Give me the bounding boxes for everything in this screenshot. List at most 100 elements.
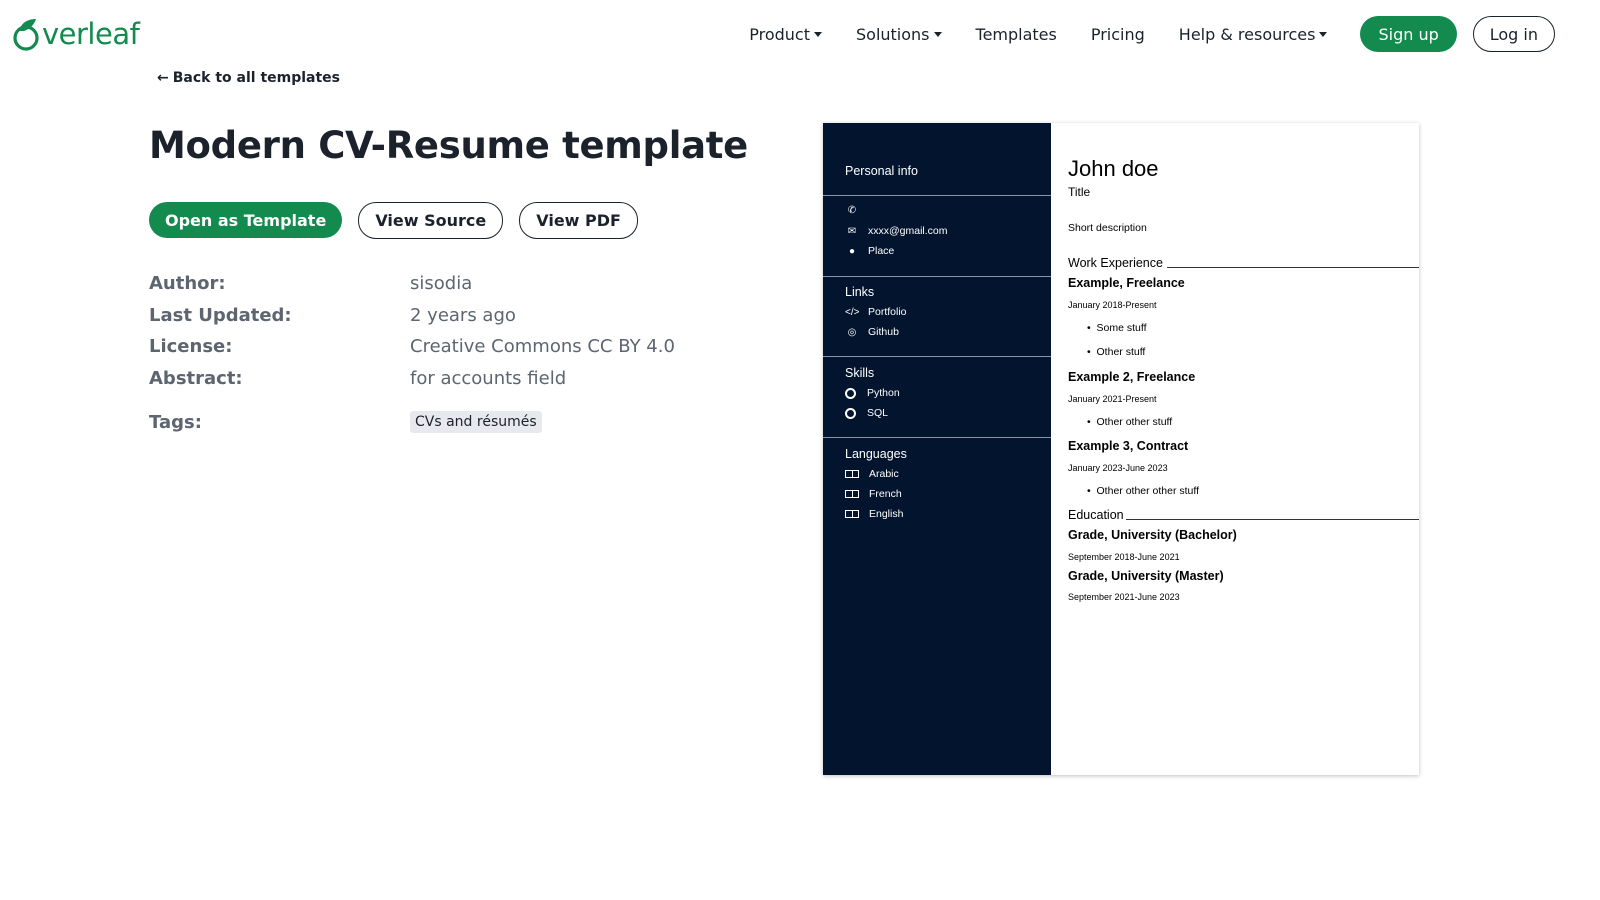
cv-skill1: Python xyxy=(867,387,900,399)
divider xyxy=(823,437,1051,438)
nav-templates-label: Templates xyxy=(975,24,1057,44)
divider xyxy=(823,195,1051,196)
cv-job2-bullet1: • Other other stuff xyxy=(1087,416,1173,428)
updated-label: Last Updated: xyxy=(149,304,292,326)
cv-job1-date: January 2018-Present xyxy=(1068,300,1157,310)
cv-lang2: French xyxy=(869,488,902,500)
tag-badge[interactable]: CVs and résumés xyxy=(410,411,542,433)
cv-lang-french: French xyxy=(845,488,902,500)
cv-email: xxxx@gmail.com xyxy=(868,225,948,237)
cv-skill2: SQL xyxy=(867,407,889,419)
cv-edu1-date: September 2018-June 2021 xyxy=(1068,552,1180,562)
cv-job1-bullet2: • Other stuff xyxy=(1087,346,1146,358)
view-source-button[interactable]: View Source xyxy=(358,202,504,239)
cv-lang3: English xyxy=(869,508,904,520)
chevron-down-icon xyxy=(933,31,942,37)
nav-pricing-label: Pricing xyxy=(1090,24,1145,44)
cv-personal-title: Personal info xyxy=(845,164,918,178)
cv-sidebar: Personal info ✆ ✉ xxxx@gmail.com ● Place L… xyxy=(823,123,1051,775)
meta-abstract-row: Abstract: for accounts field xyxy=(149,363,675,395)
nav-help[interactable]: Help & resources xyxy=(1179,25,1328,44)
cv-skills-title: Skills xyxy=(845,366,875,380)
overleaf-logo[interactable]: verleaf xyxy=(12,14,140,54)
abstract-value: for accounts field xyxy=(410,367,567,389)
template-preview[interactable]: Personal info ✆ ✉ xxxx@gmail.com ● Place L… xyxy=(823,123,1419,775)
cv-place-item: ● Place xyxy=(845,245,894,257)
nav-solutions-label: Solutions xyxy=(856,24,930,44)
template-actions: Open as Template View Source View PDF xyxy=(149,202,654,239)
meta-tags-row: Tags: CVs and résumés xyxy=(149,411,542,433)
cv-job2: Example 2, Freelance xyxy=(1068,370,1196,384)
overleaf-leaf-icon xyxy=(13,19,39,51)
cv-lang-arabic: Arabic xyxy=(845,468,899,480)
cv-links-title: Links xyxy=(845,285,875,299)
cv-short-description: Short description xyxy=(1068,222,1147,234)
back-to-templates-link[interactable]: ← Back to all templates xyxy=(157,70,340,86)
cv-bullet-text: Other stuff xyxy=(1096,346,1146,358)
abstract-label: Abstract: xyxy=(149,367,243,389)
meta-license-row: License: Creative Commons CC BY 4.0 xyxy=(149,331,675,363)
cv-place: Place xyxy=(868,245,895,257)
license-label: License: xyxy=(149,336,233,358)
view-pdf-button[interactable]: View PDF xyxy=(519,202,638,239)
cv-lang-english: English xyxy=(845,508,903,520)
cv-name: John doe xyxy=(1068,156,1159,181)
license-value: Creative Commons CC BY 4.0 xyxy=(410,336,675,358)
divider xyxy=(1126,519,1419,520)
back-link-label: Back to all templates xyxy=(172,70,341,86)
logo-text: verleaf xyxy=(42,17,140,51)
open-as-template-button[interactable]: Open as Template xyxy=(149,202,343,238)
nav-pricing[interactable]: Pricing xyxy=(1091,25,1145,44)
cv-edu2: Grade, University (Master) xyxy=(1068,569,1224,583)
envelope-icon: ✉ xyxy=(847,225,857,237)
cv-job1: Example, Freelance xyxy=(1068,276,1185,290)
cv-email-item: ✉ xxxx@gmail.com xyxy=(845,225,948,237)
nav-solutions[interactable]: Solutions xyxy=(856,25,942,44)
cv-job3: Example 3, Contract xyxy=(1068,439,1189,453)
cv-education-title: Education xyxy=(1068,508,1124,522)
nav-help-label: Help & resources xyxy=(1178,24,1316,44)
divider xyxy=(1167,267,1419,268)
code-icon: </> xyxy=(845,306,860,318)
template-meta: Author: sisodia Last Updated: 2 years ag… xyxy=(149,268,675,394)
cv-link2: Github xyxy=(868,326,899,338)
cv-job2-date: January 2021-Present xyxy=(1068,394,1157,404)
cv-job3-date: January 2023-June 2023 xyxy=(1068,463,1168,473)
cv-link-portfolio: </> Portfolio xyxy=(845,306,907,318)
cv-languages-title: Languages xyxy=(845,447,907,461)
meta-updated-row: Last Updated: 2 years ago xyxy=(149,300,675,332)
language-icon xyxy=(845,490,859,498)
main-nav: Product Solutions Templates Pricing Help… xyxy=(749,16,1555,52)
chevron-down-icon xyxy=(1319,31,1328,37)
cv-bullet-text: Some stuff xyxy=(1096,322,1147,334)
author-value[interactable]: sisodia xyxy=(410,273,472,294)
cv-bullet-text: Other other other stuff xyxy=(1096,485,1200,497)
cv-work-title: Work Experience xyxy=(1068,256,1163,270)
cv-lang1: Arabic xyxy=(869,468,899,480)
phone-icon: ✆ xyxy=(847,205,857,216)
nav-templates[interactable]: Templates xyxy=(976,25,1057,44)
divider xyxy=(823,276,1051,277)
language-icon xyxy=(845,510,859,518)
chevron-down-icon xyxy=(814,31,822,37)
signup-button[interactable]: Sign up xyxy=(1360,16,1457,52)
author-label: Author: xyxy=(149,273,226,295)
cv-bullet-text: Other other stuff xyxy=(1096,416,1173,428)
nav-product-label: Product xyxy=(749,24,810,44)
nav-product[interactable]: Product xyxy=(749,25,822,44)
cv-main: John doe Title Short description Work Ex… xyxy=(1051,123,1419,775)
cv-job1-bullet1: • Some stuff xyxy=(1087,322,1147,334)
cv-role: Title xyxy=(1068,185,1091,199)
cv-job3-bullet1: • Other other other stuff xyxy=(1087,485,1200,497)
language-icon xyxy=(845,470,859,478)
meta-author-row: Author: sisodia xyxy=(149,268,675,300)
github-icon: ◎ xyxy=(847,326,857,338)
cv-link-github: ◎ Github xyxy=(845,326,899,338)
cv-edu2-date: September 2021-June 2023 xyxy=(1068,592,1180,602)
cv-skill-sql: SQL xyxy=(845,407,888,419)
cv-skill-python: Python xyxy=(845,387,900,399)
tags-label: Tags: xyxy=(149,411,202,433)
login-button[interactable]: Log in xyxy=(1472,16,1555,52)
map-pin-icon: ● xyxy=(848,245,856,257)
cv-link1: Portfolio xyxy=(868,306,907,318)
